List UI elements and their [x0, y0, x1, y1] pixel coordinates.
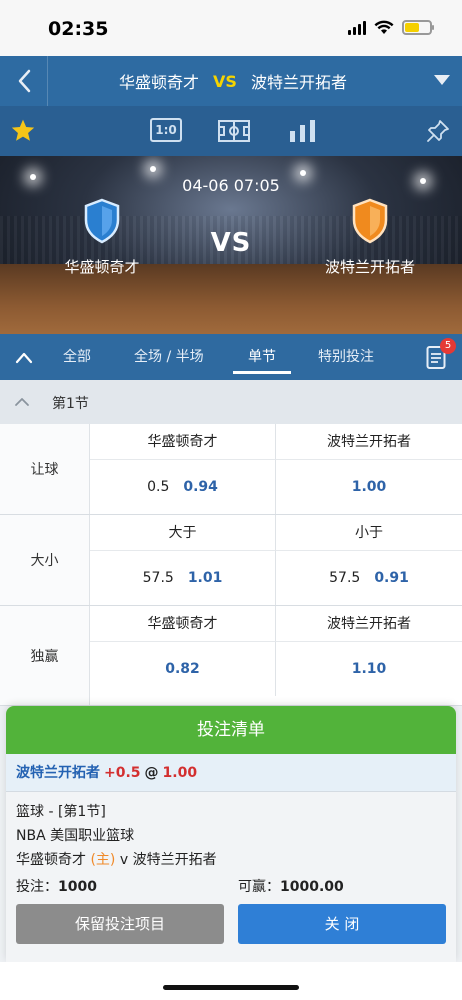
market-column-head: 大于: [90, 515, 276, 551]
scoreboard-label: 1:0: [155, 123, 177, 137]
market-label: 独赢: [0, 606, 90, 705]
odds-value: 1.01: [187, 570, 223, 586]
match-home: 华盛顿奇才: [16, 852, 86, 868]
back-button[interactable]: [0, 56, 48, 106]
tab-fulltime-halftime[interactable]: 全场 / 半场: [134, 334, 204, 380]
match-title[interactable]: 华盛顿奇才 VS 波特兰开拓者: [48, 56, 418, 106]
market-over-under: 大小 大于 小于 57.5 1.01 57.5 0.91: [0, 515, 462, 606]
odds-value: 1.10: [351, 661, 387, 677]
tab-special-bets[interactable]: 特别投注: [318, 334, 374, 380]
collapse-chevron-up-icon[interactable]: [14, 348, 34, 368]
wifi-icon: [374, 20, 394, 34]
stake-row: 投注：1000 可赢：1000.00: [16, 876, 446, 898]
market-column-head: 华盛顿奇才: [90, 606, 276, 642]
bet-slip-title[interactable]: 投注清单: [6, 706, 456, 754]
court-icon[interactable]: [218, 118, 250, 144]
close-button[interactable]: 关 闭: [238, 904, 446, 944]
stats-bar-icon[interactable]: [288, 118, 318, 144]
arena-light: [150, 166, 156, 172]
market-column-head: 波特兰开拓者: [276, 606, 462, 642]
selection-odds: 1.00: [162, 765, 198, 781]
total-line: 57.5: [329, 570, 361, 586]
match-banner: 04-06 07:05 VS 华盛顿奇才 波特兰开拓者: [0, 156, 462, 334]
status-bar: 02:35: [0, 0, 462, 56]
match-dropdown-icon[interactable]: [434, 75, 450, 85]
favorite-star-icon[interactable]: [10, 118, 36, 144]
pin-icon[interactable]: [426, 119, 450, 143]
match-v: v: [119, 852, 129, 868]
bet-details: 篮球 - [第1节] NBA 美国职业篮球 华盛顿奇才 (主) v 波特兰开拓者: [6, 792, 456, 872]
home-tag: (主): [90, 852, 116, 868]
chevron-left-icon: [18, 69, 30, 93]
match-toolbar: 1:0: [0, 106, 462, 156]
header-vs: VS: [213, 71, 237, 91]
bottom-safe-area: [0, 962, 462, 1000]
betslip-count-badge: 5: [440, 338, 456, 354]
selection-at: @: [144, 765, 159, 781]
odds-button[interactable]: 57.5 1.01: [90, 551, 276, 605]
home-team-shield-icon: [84, 198, 120, 244]
tab-all[interactable]: 全部: [63, 334, 91, 380]
stake: 投注：1000: [16, 876, 97, 896]
odds-button[interactable]: 0.5 0.94: [90, 460, 276, 514]
odds-value: 0.94: [183, 479, 218, 495]
match-datetime: 04-06 07:05: [182, 176, 280, 195]
handicap-line: 0.5: [147, 479, 170, 495]
section-title: 第1节: [52, 396, 89, 412]
tab-label: 单节: [248, 349, 276, 365]
tab-quarter[interactable]: 单节: [233, 334, 291, 380]
sport-period: 篮球 - [第1节]: [16, 804, 106, 820]
active-tab-indicator: [233, 371, 291, 374]
bet-slip-panel: 投注清单 波特兰开拓者 +0.5 @1.00 篮球 - [第1节] NBA 美国职业…: [6, 706, 456, 962]
odds-button[interactable]: 0.82: [90, 642, 276, 696]
banner-away-team: 波特兰开拓者: [324, 258, 415, 276]
odds-button[interactable]: 1.10: [276, 642, 462, 696]
match-header: 华盛顿奇才 VS 波特兰开拓者: [0, 56, 462, 106]
odds-value: 1.00: [351, 479, 387, 495]
odds-button[interactable]: 57.5 0.91: [276, 551, 462, 605]
total-line: 57.5: [142, 570, 174, 586]
home-indicator[interactable]: [163, 985, 299, 990]
odds-value: 0.91: [374, 570, 409, 586]
chevron-up-icon: [15, 398, 29, 406]
stake-value: 1000: [58, 879, 97, 895]
market-label: 让球: [0, 424, 90, 514]
bet-selection: 波特兰开拓者 +0.5 @1.00: [6, 754, 456, 792]
header-home-team: 华盛顿奇才: [119, 73, 200, 92]
tab-label: 特别投注: [318, 349, 374, 365]
match-away: 波特兰开拓者: [132, 852, 217, 868]
status-icons: [348, 20, 434, 35]
potential-win: 可赢：1000.00: [238, 876, 344, 896]
odds-value: 0.82: [165, 661, 200, 677]
stake-label: 投注：: [16, 879, 58, 895]
status-time: 02:35: [48, 18, 109, 40]
market-column-head: 波特兰开拓者: [276, 424, 462, 460]
tab-label: 全部: [63, 349, 91, 365]
win-label: 可赢：: [238, 879, 280, 895]
market-column-head: 小于: [276, 515, 462, 551]
selection-line: +0.5: [104, 765, 141, 781]
win-value: 1000.00: [280, 879, 344, 895]
banner-home-team: 华盛顿奇才: [64, 258, 140, 276]
away-team-shield-icon: [352, 198, 388, 244]
selection-team: 波特兰开拓者: [16, 765, 100, 781]
odds-button[interactable]: 1.00: [276, 460, 462, 514]
keep-selections-button[interactable]: 保留投注项目: [16, 904, 224, 944]
market-handicap: 让球 华盛顿奇才 波特兰开拓者 0.5 0.94 1.00: [0, 424, 462, 515]
away-team-block: 波特兰开拓者: [300, 198, 440, 277]
tab-label: 全场 / 半场: [134, 349, 204, 365]
home-team-block: 华盛顿奇才: [32, 198, 172, 277]
league-name: NBA 美国职业篮球: [16, 828, 135, 844]
battery-icon: [402, 20, 434, 35]
signal-icon: [348, 20, 366, 35]
match-line: 华盛顿奇才 (主) v 波特兰开拓者: [16, 848, 446, 872]
section-header[interactable]: 第1节: [0, 380, 462, 424]
market-column-head: 华盛顿奇才: [90, 424, 276, 460]
scoreboard-icon[interactable]: 1:0: [150, 118, 182, 142]
market-moneyline: 独赢 华盛顿奇才 波特兰开拓者 0.82 1.10: [0, 606, 462, 706]
market-label: 大小: [0, 515, 90, 605]
header-away-team: 波特兰开拓者: [250, 73, 347, 92]
market-tabs: 全部 全场 / 半场 单节 特别投注 5: [0, 334, 462, 380]
